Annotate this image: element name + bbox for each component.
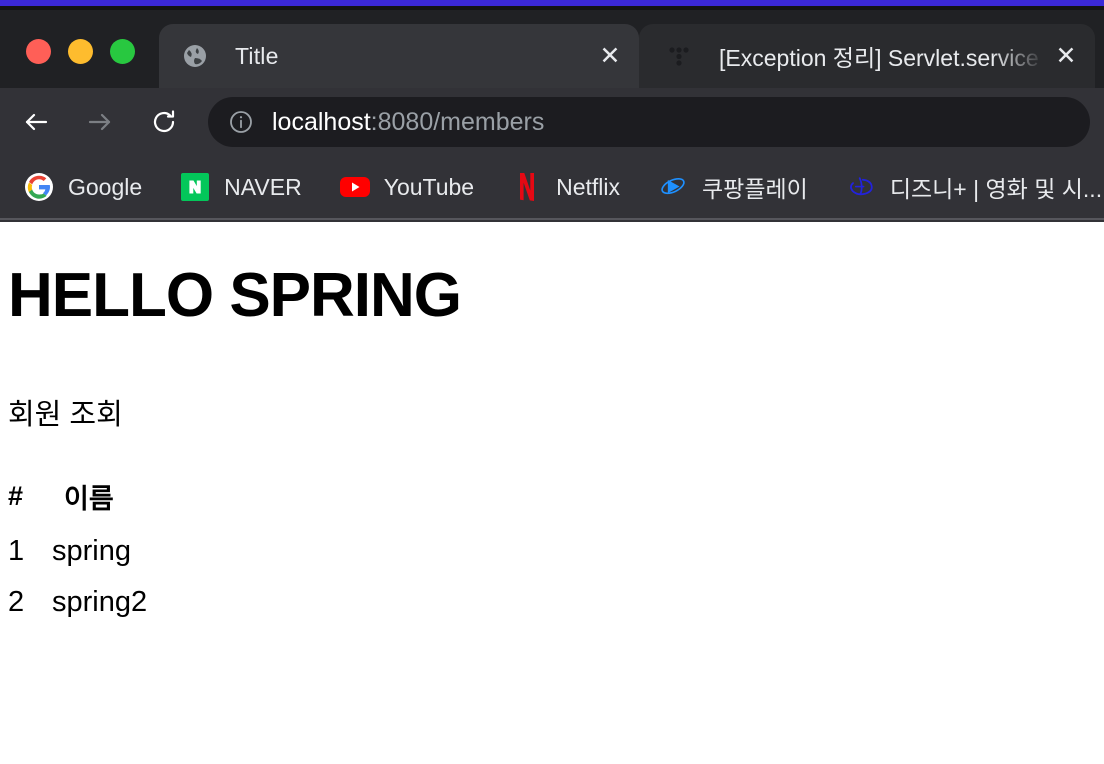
cell-name: spring bbox=[52, 535, 131, 568]
window-minimize-button[interactable] bbox=[68, 39, 93, 64]
window-controls bbox=[0, 39, 135, 88]
navigation-toolbar: localhost:8080/members bbox=[0, 88, 1104, 156]
info-circle-icon[interactable] bbox=[228, 109, 254, 135]
bookmark-label: 디즈니+ | 영화 및 시... bbox=[889, 176, 1103, 202]
tab-strip: Title ✕ [Exception 정리] Servlet.service ✕ bbox=[0, 10, 1104, 88]
section-heading: 회원 조회 bbox=[8, 399, 123, 432]
youtube-icon bbox=[339, 172, 370, 202]
tab-title-label: Title bbox=[235, 42, 279, 69]
bookmark-coupang-play[interactable]: 쿠팡플레이 bbox=[646, 164, 820, 210]
bookmark-label: 쿠팡플레이 bbox=[702, 176, 808, 202]
cell-id: 1 bbox=[8, 535, 25, 568]
bookmarks-bar: Google NAVER YouTube Netflix 쿠팡플레이 디즈니+ … bbox=[0, 156, 1104, 218]
table-row: 2 spring2 bbox=[8, 577, 147, 628]
bookmark-disney-plus[interactable]: 디즈니+ | 영화 및 시... bbox=[834, 164, 1104, 210]
column-header-name: 이름 bbox=[64, 484, 114, 515]
url-path: :8080/members bbox=[370, 107, 545, 136]
naver-icon bbox=[180, 172, 210, 202]
chrome-separator bbox=[0, 218, 1104, 220]
back-arrow-icon[interactable] bbox=[12, 98, 60, 146]
bookmark-label: Google bbox=[68, 173, 143, 200]
bookmark-label: YouTube bbox=[383, 173, 475, 200]
reload-icon[interactable] bbox=[140, 98, 188, 146]
coupangplay-icon bbox=[658, 172, 688, 202]
window-close-button[interactable] bbox=[26, 39, 51, 64]
close-icon[interactable]: ✕ bbox=[595, 41, 625, 71]
google-icon bbox=[24, 172, 54, 202]
table-header-row: # 이름 bbox=[8, 477, 147, 526]
cell-id: 2 bbox=[8, 586, 25, 619]
tab-exception-article[interactable]: [Exception 정리] Servlet.service ✕ bbox=[639, 24, 1095, 88]
bookmark-label: NAVER bbox=[224, 173, 302, 200]
bookmark-naver[interactable]: NAVER bbox=[168, 166, 314, 208]
forward-arrow-icon bbox=[76, 98, 124, 146]
address-bar[interactable]: localhost:8080/members bbox=[208, 97, 1090, 147]
url-display: localhost:8080/members bbox=[272, 108, 544, 137]
browser-chrome: Title ✕ [Exception 정리] Servlet.service ✕ bbox=[0, 10, 1104, 222]
tab-title-label: [Exception 정리] Servlet.service bbox=[719, 45, 1039, 71]
cell-name: spring2 bbox=[52, 586, 148, 619]
close-icon[interactable]: ✕ bbox=[1051, 41, 1081, 71]
tab-title[interactable]: Title ✕ bbox=[159, 24, 639, 88]
members-table: # 이름 1 spring 2 spring2 bbox=[8, 477, 147, 628]
netflix-icon bbox=[512, 172, 542, 202]
bookmark-label: Netflix bbox=[556, 173, 621, 200]
bookmark-youtube[interactable]: YouTube bbox=[328, 166, 486, 208]
url-host: localhost bbox=[272, 107, 371, 136]
page-title: HELLO SPRING bbox=[8, 261, 462, 330]
tistory-dots-icon bbox=[665, 42, 693, 70]
bookmark-netflix[interactable]: Netflix bbox=[500, 166, 632, 208]
column-header-id: # bbox=[8, 481, 24, 512]
window-zoom-button[interactable] bbox=[110, 39, 135, 64]
disneyplus-icon bbox=[846, 172, 876, 202]
table-row: 1 spring bbox=[8, 526, 147, 577]
bookmark-google[interactable]: Google bbox=[12, 166, 154, 208]
page-content: HELLO SPRING 회원 조회 # 이름 1 spring 2 sprin… bbox=[0, 260, 1104, 764]
globe-icon bbox=[181, 42, 209, 70]
